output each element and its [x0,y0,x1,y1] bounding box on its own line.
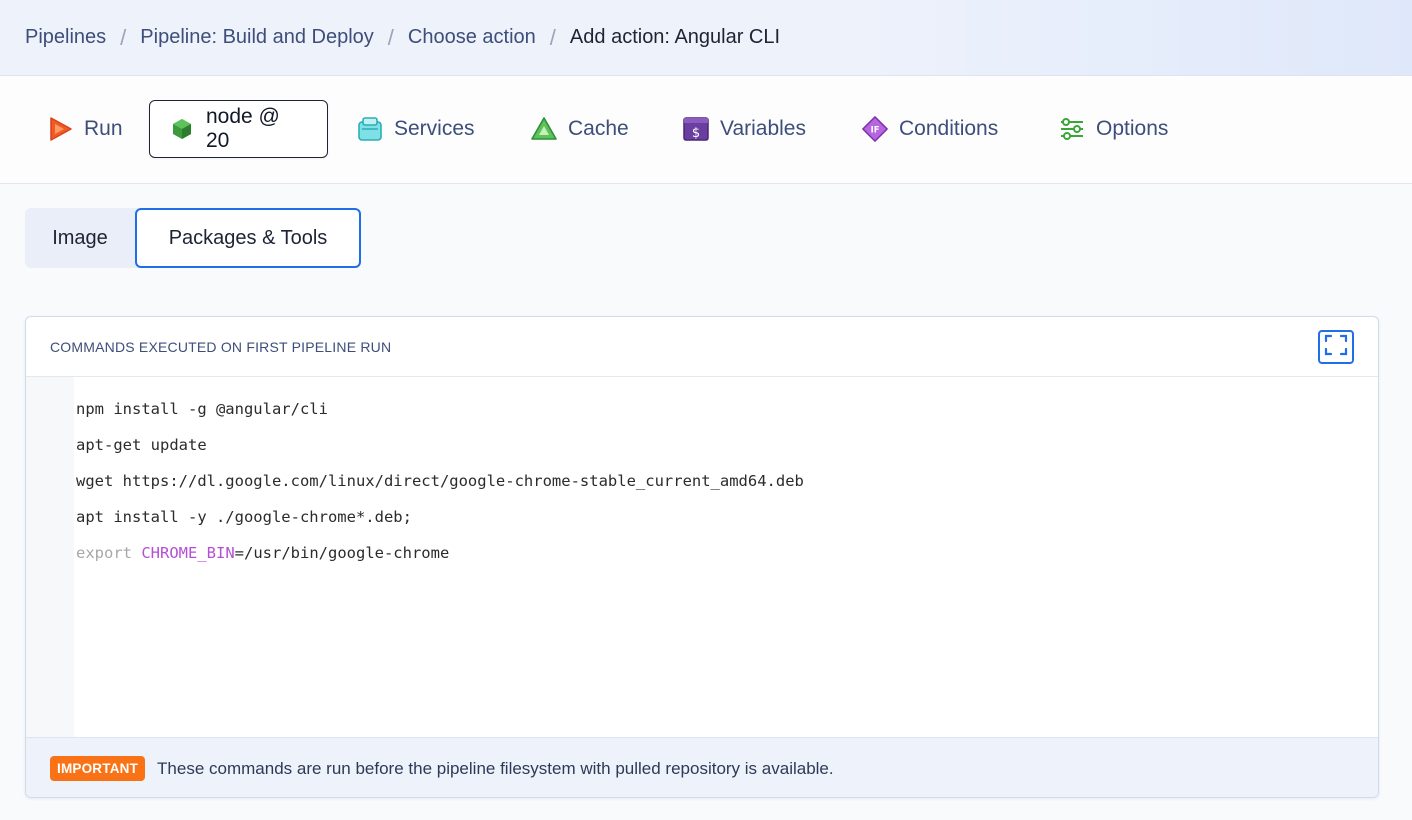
tab-variables-label: Variables [720,117,806,140]
tab-options[interactable]: Options [1058,100,1168,158]
code-line: npm install -g @angular/cli [76,400,328,418]
node-hex-icon [168,115,196,143]
tab-variables[interactable]: $ Variables [682,100,806,158]
tab-run[interactable]: Run [46,100,123,158]
code-editor[interactable]: npm install -g @angular/cli apt-get upda… [26,377,1378,737]
tab-node[interactable]: node @ 20 [149,100,328,158]
important-note-text: These commands are run before the pipeli… [157,758,834,778]
code-line: apt install -y ./google-chrome*.deb; [76,508,412,526]
if-diamond-icon: IF [861,115,889,143]
tab-options-label: Options [1096,117,1169,140]
code-line: apt-get update [76,436,207,454]
important-badge: IMPORTANT [50,756,146,781]
play-icon [46,115,74,143]
tab-image[interactable]: Image [25,208,135,268]
export-value: =/usr/bin/google-chrome [234,544,450,562]
export-variable: CHROME_BIN [141,544,235,562]
export-keyword: export [76,544,132,562]
breadcrumb-current: Add action: Angular CLI [569,26,781,48]
tab-run-label: Run [84,117,123,140]
cache-triangle-icon [530,115,558,143]
breadcrumb-separator: / [120,24,127,50]
tab-cache-label: Cache [568,117,629,140]
fullscreen-button[interactable] [1318,330,1354,364]
editor-gutter [26,377,74,737]
code-line-export: export CHROME_BIN=/usr/bin/google-chrome [76,541,804,577]
fullscreen-icon [1324,334,1348,361]
sliders-icon [1058,115,1086,143]
tab-node-label: node @ 20 [205,105,280,152]
tab-conditions-label: Conditions [899,117,999,140]
svg-text:IF: IF [871,125,880,135]
action-tab-bar: Run node @ 20 Services Cache $ Variables… [0,76,1412,184]
tab-services-label: Services [394,117,475,140]
commands-panel-header: COMMANDS EXECUTED ON FIRST PIPELINE RUN [26,317,1378,377]
tab-packages-tools[interactable]: Packages & Tools [135,208,361,268]
svg-text:$: $ [692,126,700,141]
tab-services[interactable]: Services [356,100,475,158]
services-box-icon [356,115,384,143]
breadcrumb-pipeline[interactable]: Pipeline: Build and Deploy [140,26,374,49]
breadcrumb-choose-action[interactable]: Choose action [408,26,536,49]
breadcrumb-separator: / [387,24,394,50]
tab-conditions[interactable]: IF Conditions [861,100,998,158]
dollar-icon: $ [682,115,710,143]
breadcrumb: Pipelines / Pipeline: Build and Deploy /… [0,0,1412,76]
sub-tab-group: Image Packages & Tools [25,208,361,268]
breadcrumb-pipelines[interactable]: Pipelines [25,26,106,49]
important-note: IMPORTANT These commands are run before … [26,737,1378,797]
code-content[interactable]: npm install -g @angular/cli apt-get upda… [76,397,804,577]
code-line: wget https://dl.google.com/linux/direct/… [76,472,804,490]
breadcrumb-separator: / [549,24,556,50]
commands-panel-title: COMMANDS EXECUTED ON FIRST PIPELINE RUN [50,338,392,355]
tab-cache[interactable]: Cache [530,100,629,158]
commands-panel: COMMANDS EXECUTED ON FIRST PIPELINE RUN … [25,316,1379,798]
